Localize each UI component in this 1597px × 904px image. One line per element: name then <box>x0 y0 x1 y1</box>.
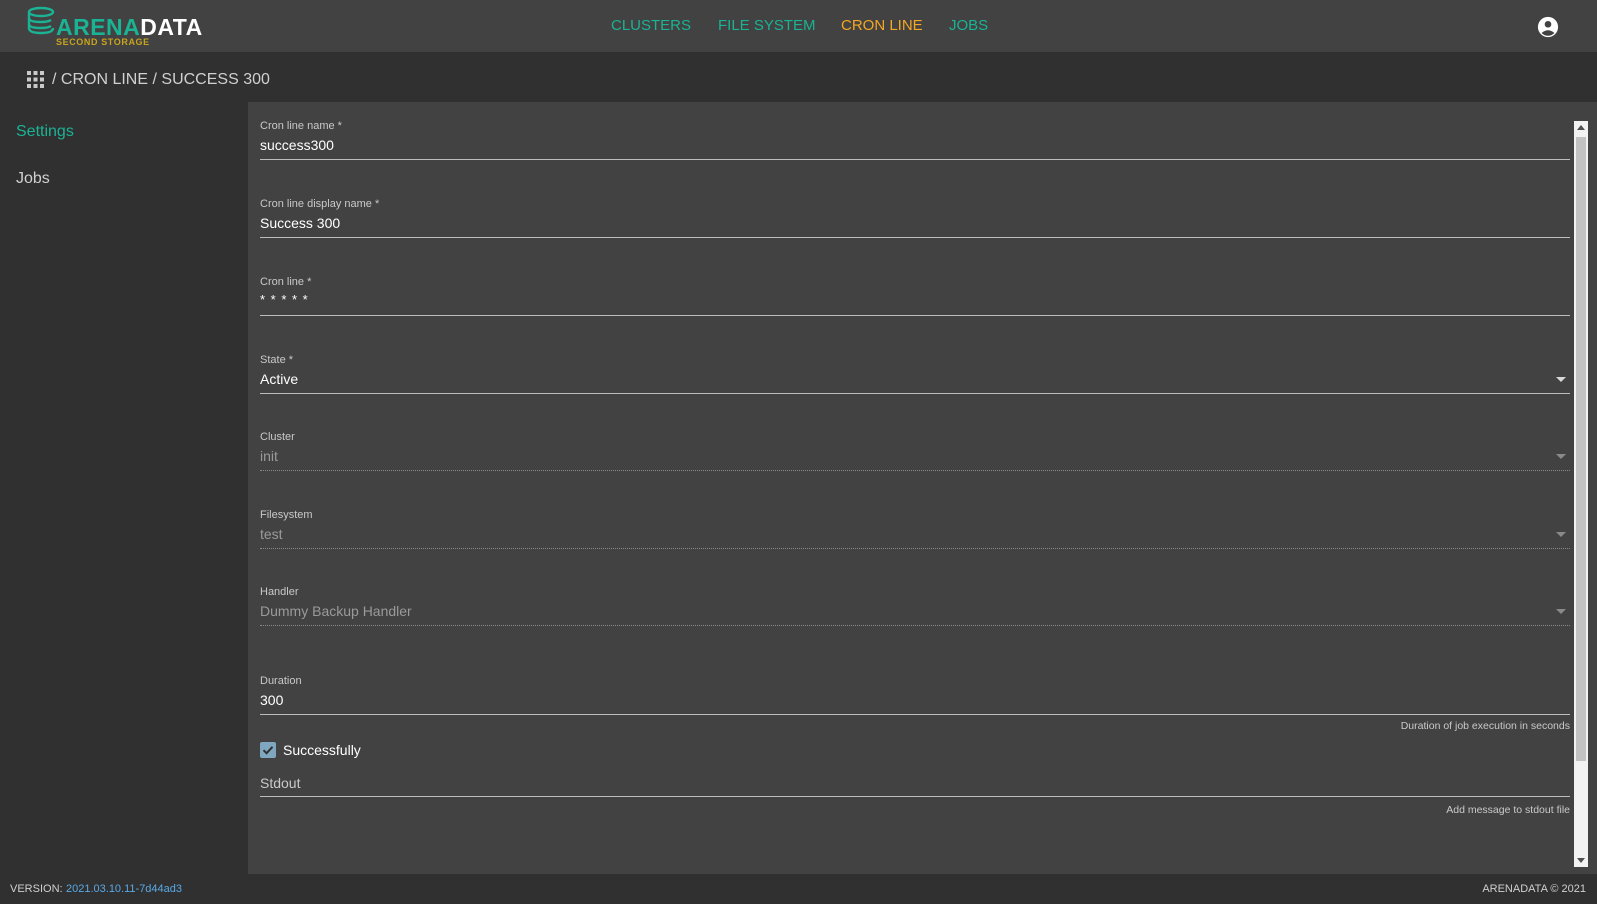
field-label: Filesystem <box>260 509 313 521</box>
cron-line-input[interactable]: * * * * * <box>260 292 309 307</box>
scroll-up-arrow-icon[interactable] <box>1577 125 1585 130</box>
field-underline <box>260 714 1570 715</box>
successfully-checkbox[interactable] <box>260 742 276 758</box>
field-underline <box>260 625 1570 626</box>
duration-input[interactable]: 300 <box>260 692 283 708</box>
check-icon <box>262 746 274 755</box>
state-select[interactable]: State * Active <box>260 354 1570 396</box>
handler-select: Handler Dummy Backup Handler <box>260 586 1570 628</box>
cron-line-field[interactable]: Cron line * * * * * * <box>260 276 1570 318</box>
duration-field[interactable]: Duration 300 Duration of job execution i… <box>260 675 1570 732</box>
field-underline <box>260 393 1570 394</box>
nav-cron-line[interactable]: CRON LINE <box>841 17 923 34</box>
filesystem-select: Filesystem test <box>260 509 1570 551</box>
field-label: Cluster <box>260 431 295 443</box>
cron-line-display-name-field[interactable]: Cron line display name * Success 300 <box>260 198 1570 240</box>
state-selected-value[interactable]: Active <box>260 371 298 387</box>
field-label: Handler <box>260 586 299 598</box>
field-label: Duration <box>260 675 302 687</box>
nav-file-system[interactable]: FILE SYSTEM <box>718 17 816 34</box>
chevron-down-icon <box>1556 609 1566 614</box>
scroll-down-arrow-icon[interactable] <box>1577 858 1585 863</box>
arenadata-logo[interactable]: ARENADATA SECOND STORAGE <box>26 4 206 48</box>
cluster-selected-value: init <box>260 448 278 464</box>
cron-line-display-name-input[interactable]: Success 300 <box>260 215 340 231</box>
chevron-down-icon[interactable] <box>1556 377 1566 382</box>
handler-selected-value: Dummy Backup Handler <box>260 603 412 619</box>
cluster-select: Cluster init <box>260 431 1570 473</box>
cron-line-name-field[interactable]: Cron line name * success300 <box>260 120 1570 162</box>
cron-line-name-input[interactable]: success300 <box>260 137 334 153</box>
duration-hint: Duration of job execution in seconds <box>1400 720 1570 732</box>
breadcrumb-cron-line[interactable]: CRON LINE <box>61 71 148 88</box>
field-label: State * <box>260 354 294 366</box>
stdout-field[interactable]: Stdout Add message to stdout file <box>260 775 1570 823</box>
field-underline <box>260 237 1570 238</box>
scrollbar-thumb[interactable] <box>1576 137 1586 761</box>
field-label: Cron line * <box>260 276 312 288</box>
nav-jobs[interactable]: JOBS <box>949 17 988 34</box>
copyright-text: ARENADATA © 2021 <box>1482 883 1586 895</box>
logo-subtitle: SECOND STORAGE <box>56 37 150 47</box>
chevron-down-icon <box>1556 454 1566 459</box>
breadcrumb-separator: / <box>152 71 157 88</box>
top-app-bar: ARENADATA SECOND STORAGE CLUSTERS FILE S… <box>0 0 1597 52</box>
field-underline <box>260 315 1570 316</box>
field-underline <box>260 796 1570 797</box>
field-underline <box>260 470 1570 471</box>
chevron-down-icon <box>1556 532 1566 537</box>
stdout-input[interactable]: Stdout <box>260 775 300 791</box>
field-underline <box>260 159 1570 160</box>
breadcrumb: / CRON LINE / SUCCESS 300 <box>52 71 270 89</box>
version-label: VERSION: <box>10 883 63 895</box>
field-label: Cron line display name * <box>260 198 380 210</box>
breadcrumb-current: SUCCESS 300 <box>161 71 270 88</box>
account-circle-icon[interactable] <box>1537 16 1559 38</box>
footer: VERSION: 2021.03.10.11-7d44ad3 ARENADATA… <box>0 874 1597 904</box>
breadcrumb-separator: / <box>52 71 57 88</box>
vertical-scrollbar[interactable] <box>1574 121 1588 867</box>
successfully-label[interactable]: Successfully <box>283 742 361 758</box>
sidebar: Settings Jobs <box>0 102 248 874</box>
field-label: Cron line name * <box>260 120 342 132</box>
stderr-field-partial[interactable] <box>260 854 1570 874</box>
version-value: 2021.03.10.11-7d44ad3 <box>66 883 183 895</box>
sidebar-item-settings[interactable]: Settings <box>16 123 74 141</box>
settings-form-panel: Cron line name * success300 Cron line di… <box>248 102 1597 874</box>
field-underline <box>260 548 1570 549</box>
stdout-hint: Add message to stdout file <box>1446 804 1570 816</box>
filesystem-selected-value: test <box>260 526 283 542</box>
sidebar-item-jobs[interactable]: Jobs <box>16 170 50 188</box>
nav-clusters[interactable]: CLUSTERS <box>611 17 691 34</box>
apps-grid-icon[interactable] <box>27 71 44 88</box>
logo-mark-icon <box>27 6 55 35</box>
